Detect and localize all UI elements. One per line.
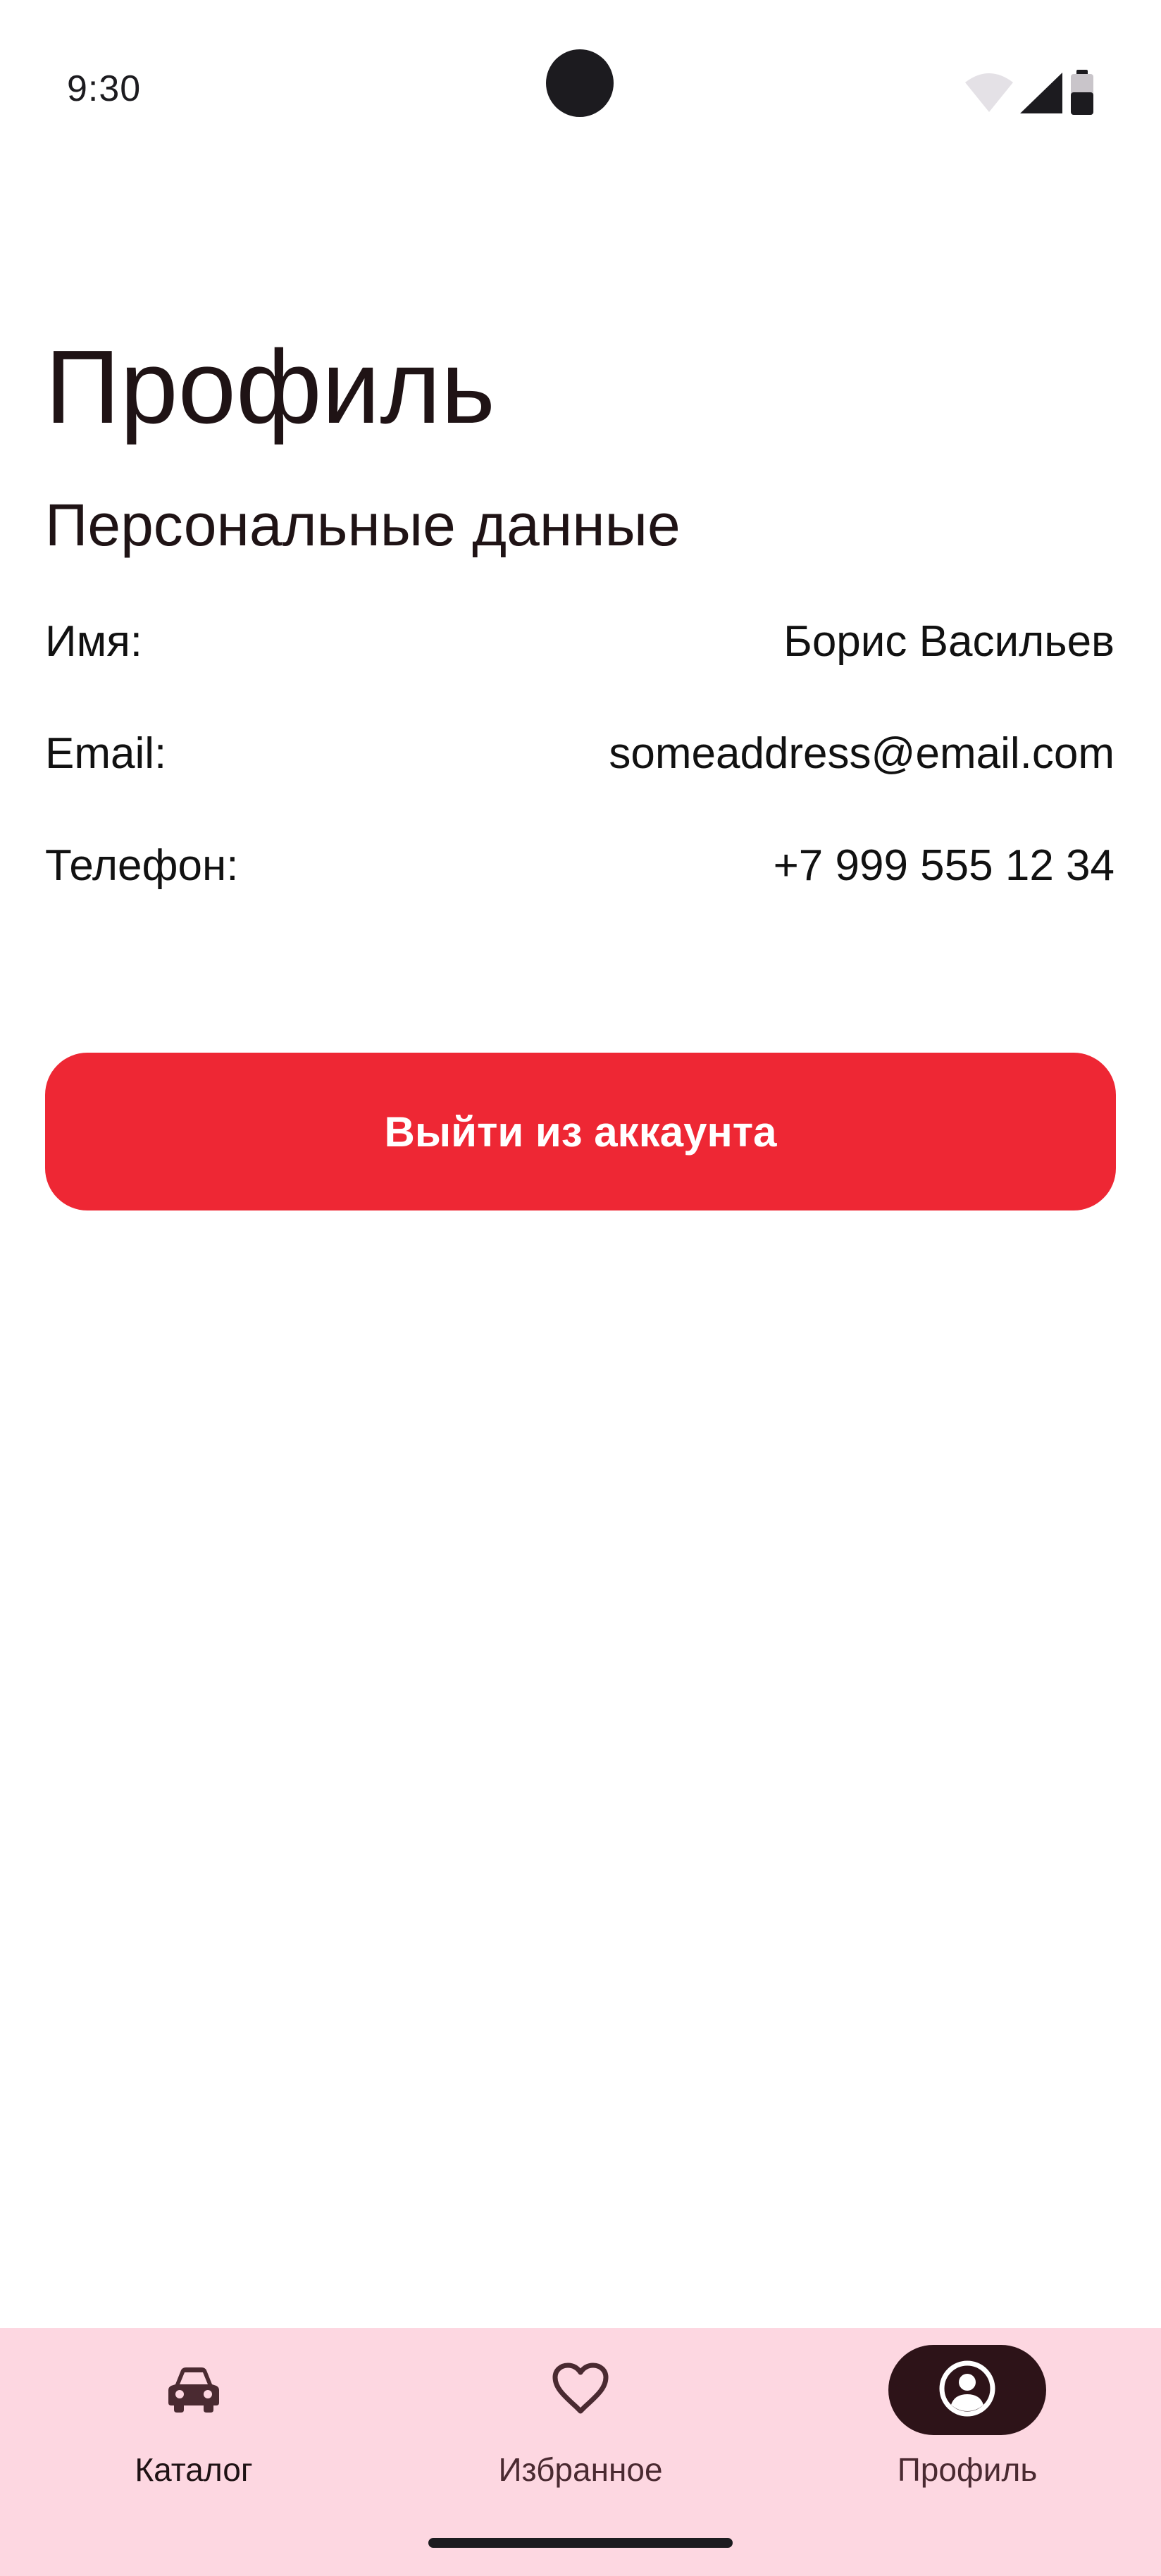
heart-icon <box>551 2362 610 2419</box>
section-title: Персональные данные <box>45 492 681 558</box>
email-row: Email: someaddress@email.com <box>45 722 1115 785</box>
profile-screen: 9:30 Профиль Персональные данные Имя: Бо… <box>0 0 1161 2576</box>
name-row: Имя: Борис Васильев <box>45 609 1115 673</box>
phone-value: +7 999 555 12 34 <box>773 841 1115 890</box>
nav-item-profile[interactable]: Профиль <box>819 2345 1115 2507</box>
status-icons <box>964 70 1096 116</box>
battery-icon <box>1068 70 1096 116</box>
nav-label-profile: Профиль <box>897 2451 1038 2488</box>
name-value: Борис Васильев <box>783 617 1115 666</box>
page-title: Профиль <box>45 329 495 445</box>
email-value: someaddress@email.com <box>609 729 1115 778</box>
cellular-signal-icon <box>1019 71 1064 115</box>
car-icon <box>166 2363 222 2417</box>
status-time: 9:30 <box>67 68 142 109</box>
nav-pill-catalog <box>115 2345 273 2435</box>
bottom-navigation: Каталог Избранное Профиль <box>0 2328 1161 2576</box>
nav-label-catalog: Каталог <box>135 2451 253 2488</box>
nav-pill-favorites <box>502 2345 659 2435</box>
home-indicator <box>428 2538 733 2548</box>
name-label: Имя: <box>45 617 142 666</box>
phone-row: Телефон: +7 999 555 12 34 <box>45 834 1115 897</box>
logout-button[interactable]: Выйти из аккаунта <box>45 1053 1116 1210</box>
email-label: Email: <box>45 729 167 778</box>
wifi-icon <box>964 71 1014 115</box>
nav-label-favorites: Избранное <box>498 2451 663 2488</box>
camera-cutout <box>546 49 614 117</box>
phone-label: Телефон: <box>45 841 239 890</box>
nav-pill-profile-active <box>888 2345 1046 2435</box>
nav-item-catalog[interactable]: Каталог <box>46 2345 342 2507</box>
account-circle-icon <box>938 2359 997 2422</box>
nav-item-favorites[interactable]: Избранное <box>433 2345 728 2507</box>
status-bar: 9:30 <box>0 0 1161 176</box>
